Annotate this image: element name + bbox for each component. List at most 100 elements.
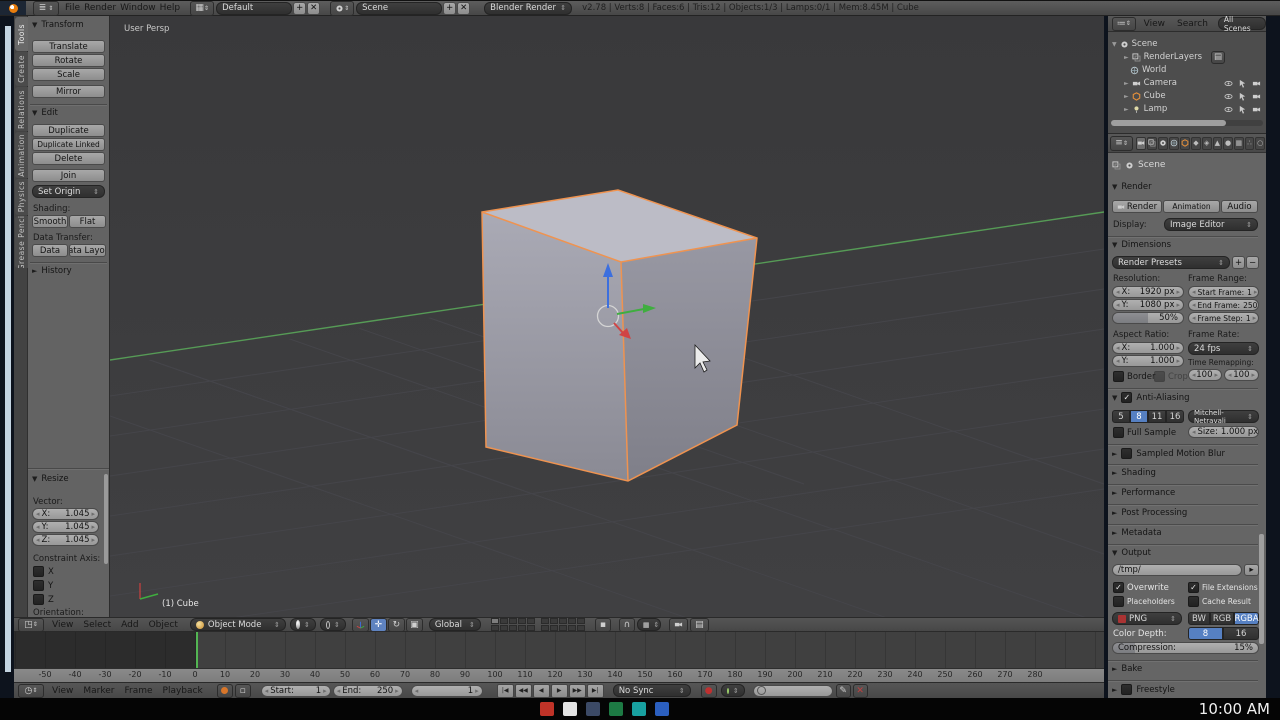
display-mode-select[interactable]: Image Editor⇕ [1164, 218, 1258, 231]
cache-result-row[interactable]: Cache Result [1188, 596, 1251, 607]
remap-new-field[interactable]: ◂100▸ [1224, 369, 1259, 381]
motion-blur-checkbox[interactable] [1121, 448, 1132, 459]
layer-toggle[interactable] [518, 625, 526, 631]
rotate-button[interactable]: Rotate [32, 54, 105, 67]
renderability-camera-icon[interactable] [1252, 105, 1261, 114]
tab-physics[interactable]: Physics [15, 179, 28, 215]
renderability-camera-icon[interactable] [1252, 79, 1261, 88]
outliner-item-lamp[interactable]: ►Lamp [1124, 103, 1167, 115]
view-menu[interactable]: View [50, 617, 75, 633]
rotate-manipulator-icon[interactable]: ↻ [388, 618, 405, 632]
taskbar-app-icon-navy[interactable] [586, 702, 600, 716]
viewport-shading-select[interactable]: ⇕ [290, 618, 316, 631]
remap-old-field[interactable]: ◂100▸ [1188, 369, 1222, 381]
render-engine-select[interactable]: Blender Render⇕ [484, 2, 572, 15]
browse-folder-icon[interactable]: ▸ [1244, 564, 1259, 576]
add-scene-button[interactable]: + [443, 2, 456, 15]
panel-history-header[interactable]: ►History [32, 266, 72, 276]
cube-object[interactable] [482, 190, 757, 481]
tab-grease-pencil[interactable]: Grease Pencil [15, 216, 28, 268]
set-origin-dropdown[interactable]: Set Origin⇕ [32, 185, 105, 198]
renderability-camera-icon[interactable] [1252, 92, 1261, 101]
timeline-ruler[interactable]: -50-40-30-20-100102030405060708090100110… [14, 668, 1104, 683]
freestyle-checkbox[interactable] [1121, 684, 1132, 695]
selectability-cursor-icon[interactable] [1238, 92, 1247, 101]
overwrite-row[interactable]: ✓Overwrite [1113, 582, 1169, 593]
cache-result-checkbox[interactable] [1188, 596, 1199, 607]
data-button[interactable]: Data [32, 244, 68, 257]
add-menu[interactable]: Add [119, 617, 140, 633]
fps-select[interactable]: 24 fps⇕ [1188, 342, 1259, 355]
timeline-view-menu[interactable]: View [50, 683, 75, 699]
scale-manipulator-icon[interactable]: ▣ [406, 618, 423, 632]
outliner-item-scene[interactable]: ▼Scene [1112, 38, 1158, 50]
layer-toggle[interactable] [491, 618, 499, 624]
next-keyframe-button[interactable]: ▶▶ [569, 684, 586, 698]
translate-manipulator-icon[interactable]: ✛ [370, 618, 387, 632]
data-layout-button[interactable]: Data Layout [69, 244, 106, 257]
duplicate-button[interactable]: Duplicate [32, 124, 105, 137]
render-still-button[interactable]: Render [1112, 200, 1162, 213]
layer-toggle[interactable] [550, 618, 558, 624]
panel-dimensions-header[interactable]: ▼Dimensions [1112, 240, 1171, 250]
timeline-tracks[interactable] [14, 632, 1104, 668]
clear-filter-icon[interactable]: ✕ [853, 684, 868, 698]
jump-to-start-button[interactable]: |◀ [497, 684, 514, 698]
tab-physics[interactable]: ○ [1255, 137, 1265, 150]
start-frame-field[interactable]: ◂Start Frame:1▸ [1188, 286, 1259, 298]
tab-scene[interactable] [1158, 137, 1168, 150]
toolshelf-scrollbar[interactable] [104, 474, 108, 564]
panel-transform-header[interactable]: ▼Transform [32, 20, 84, 30]
panel-antialiasing-header[interactable]: ▼✓Anti-Aliasing [1112, 392, 1190, 403]
viewport-3d[interactable]: User Persp (1) Cube [110, 16, 1104, 617]
manipulator-toggle-icon[interactable] [352, 618, 369, 632]
opengl-render-icon[interactable] [669, 618, 688, 632]
vector-z-field[interactable]: ◂Z:1.045▸ [32, 534, 99, 546]
tab-tools[interactable]: Tools [15, 17, 28, 51]
object-menu[interactable]: Object [147, 617, 180, 633]
tab-constraints[interactable]: ◆ [1191, 137, 1201, 150]
delete-scene-button[interactable]: ✕ [457, 2, 470, 15]
panel-sampled-motion-blur-header[interactable]: ►Sampled Motion Blur [1112, 448, 1225, 459]
transform-orientation-select[interactable]: Global⇕ [429, 618, 481, 631]
layer-toggle[interactable] [541, 618, 549, 624]
pivot-select[interactable]: ⇕ [320, 618, 346, 631]
placeholders-checkbox[interactable] [1113, 596, 1124, 607]
tab-modifiers[interactable]: ◈ [1202, 137, 1212, 150]
tab-material[interactable]: ● [1223, 137, 1233, 150]
channels-bw-button[interactable]: BW [1188, 612, 1210, 625]
file-extensions-checkbox[interactable]: ✓ [1188, 582, 1199, 593]
edit-filter-icon[interactable]: ✎ [836, 684, 851, 698]
resolution-x-field[interactable]: ◂X:1920 px▸ [1112, 286, 1184, 298]
taskbar-app-icon-teal[interactable] [632, 702, 646, 716]
constraint-x-checkbox[interactable] [33, 566, 44, 577]
editor-type-timeline-icon[interactable]: ◷⇕ [18, 684, 44, 698]
layer-toggle[interactable] [500, 618, 508, 624]
mirror-button[interactable]: Mirror [32, 85, 105, 98]
editor-type-info-icon[interactable]: ≣⇕ [33, 1, 59, 16]
layer-toggle[interactable] [568, 618, 576, 624]
channels-rgba-button[interactable]: RGBA [1234, 612, 1259, 625]
visibility-eye-icon[interactable] [1224, 79, 1233, 88]
panel-edit-header[interactable]: ▼Edit [32, 108, 58, 118]
visibility-eye-icon[interactable] [1224, 105, 1233, 114]
outliner-view-menu[interactable]: View [1142, 16, 1167, 32]
output-path-field[interactable]: /tmp/ [1112, 564, 1242, 576]
layer-toggle[interactable] [577, 618, 585, 624]
keying-set-icon[interactable]: ▫ [235, 684, 251, 698]
outliner-item-renderlayers[interactable]: ►RenderLayers▤ [1124, 51, 1225, 63]
menu-render[interactable]: Render [82, 0, 118, 16]
full-sample-row[interactable]: Full Sample [1113, 427, 1176, 438]
lock-origins-icon[interactable]: ▪ [595, 618, 611, 632]
render-audio-button[interactable]: Audio [1221, 200, 1258, 213]
visibility-eye-icon[interactable] [1224, 92, 1233, 101]
current-frame-indicator[interactable] [196, 632, 198, 668]
tab-particles[interactable]: ∴ [1245, 137, 1255, 150]
record-button[interactable]: ● [701, 684, 717, 698]
select-menu[interactable]: Select [81, 617, 113, 633]
layer-toggle[interactable] [541, 625, 549, 631]
constraint-y-row[interactable]: Y [33, 580, 53, 591]
play-button[interactable]: ▶ [551, 684, 568, 698]
previous-keyframe-button[interactable]: ◀◀ [515, 684, 532, 698]
resolution-percentage-slider[interactable]: 50% [1112, 312, 1184, 324]
